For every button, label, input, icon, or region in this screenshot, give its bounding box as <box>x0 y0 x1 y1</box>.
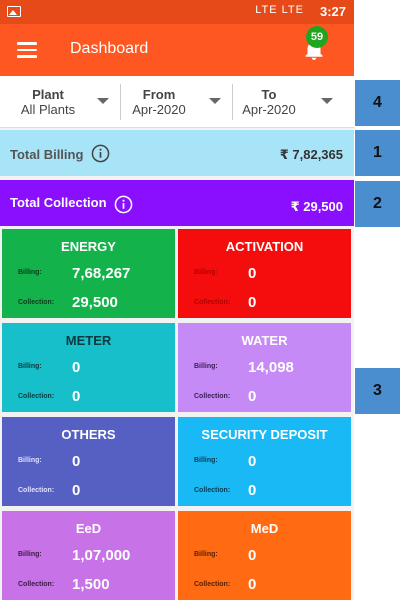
callout-1: 1 <box>355 130 400 176</box>
to-filter-label: To <box>261 87 277 102</box>
tile-activation[interactable]: ACTIVATION Billing: 0 Collection: 0 <box>178 229 351 318</box>
collection-label: Collection: <box>18 581 55 588</box>
chevron-down-icon <box>321 98 333 104</box>
tile-water[interactable]: WATER Billing: 14,098 Collection: 0 <box>178 323 351 412</box>
billing-value: 0 <box>248 453 257 470</box>
tile-others[interactable]: OTHERS Billing: 0 Collection: 0 <box>2 417 175 506</box>
page-title: Dashboard <box>70 40 149 57</box>
billing-value: 0 <box>248 265 257 282</box>
collection-label: Collection: <box>194 393 231 400</box>
tile-med[interactable]: MeD Billing: 0 Collection: 0 <box>178 511 351 600</box>
from-filter-value: Apr-2020 <box>132 102 186 117</box>
image-notification-icon <box>7 6 21 17</box>
signal-indicators: LTE LTE <box>255 4 304 16</box>
billing-value: 0 <box>248 547 257 564</box>
billing-label: Billing: <box>18 457 42 464</box>
billing-label: Billing: <box>194 457 218 464</box>
callout-2: 2 <box>355 181 400 227</box>
from-filter-dropdown[interactable]: From Apr-2020 <box>121 76 231 128</box>
callout-3: 3 <box>355 368 400 414</box>
phone-screen: LTE LTE 3:27 Dashboard 59 Plant All Plan… <box>0 0 354 600</box>
total-collection-value: ₹ 29,500 <box>290 199 343 214</box>
collection-label: Collection: <box>194 299 231 306</box>
chevron-down-icon <box>97 98 109 104</box>
collection-value: 0 <box>248 482 257 499</box>
filter-bar: Plant All Plants From Apr-2020 To Apr-20… <box>0 76 354 128</box>
collection-label: Collection: <box>194 581 231 588</box>
status-bar: LTE LTE 3:27 <box>0 0 354 24</box>
billing-label: Billing: <box>194 269 218 276</box>
billing-value: 0 <box>72 453 81 470</box>
tile-title: ENERGY <box>61 239 116 254</box>
total-collection-card[interactable]: Total Collection ₹ 29,500 <box>0 180 354 226</box>
collection-value: 0 <box>248 388 257 405</box>
total-billing-card[interactable]: Total Billing ₹ 7,82,365 <box>0 130 354 176</box>
info-icon[interactable] <box>91 144 110 163</box>
plant-filter-value: All Plants <box>20 102 76 117</box>
tile-title: SECURITY DEPOSIT <box>201 427 328 442</box>
collection-value: 0 <box>72 388 81 405</box>
tile-title: METER <box>65 333 112 348</box>
tile-title: WATER <box>241 333 288 348</box>
billing-value: 7,68,267 <box>72 265 131 282</box>
collection-value: 0 <box>248 576 257 593</box>
billing-label: Billing: <box>194 551 218 558</box>
tile-title: EeD <box>75 521 102 536</box>
plant-filter-dropdown[interactable]: Plant All Plants <box>0 76 118 128</box>
total-collection-label: Total Collection <box>10 195 107 210</box>
total-billing-value: ₹ 7,82,365 <box>279 147 343 162</box>
app-bar: Dashboard 59 <box>0 24 354 76</box>
status-time: 3:27 <box>319 4 346 19</box>
info-icon[interactable] <box>114 195 133 214</box>
to-filter-dropdown[interactable]: To Apr-2020 <box>233 76 354 128</box>
billing-label: Billing: <box>194 363 218 370</box>
collection-value: 0 <box>248 294 257 311</box>
collection-label: Collection: <box>18 393 55 400</box>
tile-title: OTHERS <box>61 427 116 442</box>
from-filter-label: From <box>142 87 176 102</box>
tile-energy[interactable]: ENERGY Billing: 7,68,267 Collection: 29,… <box>2 229 175 318</box>
collection-label: Collection: <box>18 299 55 306</box>
billing-label: Billing: <box>18 551 42 558</box>
tile-eed[interactable]: EeD Billing: 1,07,000 Collection: 1,500 <box>2 511 175 600</box>
plant-filter-label: Plant <box>32 87 64 102</box>
notification-count-badge: 59 <box>306 26 328 48</box>
to-filter-value: Apr-2020 <box>242 102 296 117</box>
tile-title: MeD <box>250 521 279 536</box>
total-billing-label: Total Billing <box>10 147 84 162</box>
collection-label: Collection: <box>194 487 231 494</box>
collection-value: 29,500 <box>72 294 118 311</box>
tile-security-deposit[interactable]: SECURITY DEPOSIT Billing: 0 Collection: … <box>178 417 351 506</box>
billing-label: Billing: <box>18 269 42 276</box>
collection-label: Collection: <box>18 487 55 494</box>
tile-title: ACTIVATION <box>225 239 304 254</box>
hamburger-menu-icon[interactable] <box>17 42 37 58</box>
billing-value: 0 <box>72 359 81 376</box>
billing-value: 14,098 <box>248 359 294 376</box>
billing-label: Billing: <box>18 363 42 370</box>
collection-value: 0 <box>72 482 81 499</box>
collection-value: 1,500 <box>72 576 110 593</box>
tile-meter[interactable]: METER Billing: 0 Collection: 0 <box>2 323 175 412</box>
billing-value: 1,07,000 <box>72 547 131 564</box>
chevron-down-icon <box>209 98 221 104</box>
callout-4: 4 <box>355 80 400 126</box>
